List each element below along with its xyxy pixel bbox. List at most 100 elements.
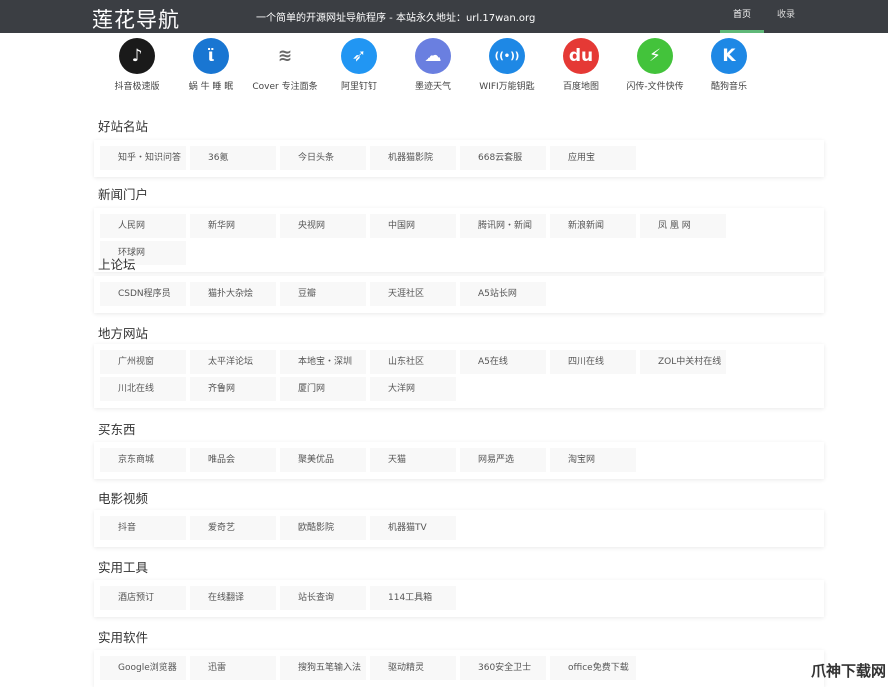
- site-link[interactable]: 唯品会: [190, 448, 276, 472]
- app-label: 墨迹天气: [414, 82, 451, 92]
- site-link[interactable]: 知乎・知识问答: [100, 146, 186, 170]
- app-shortcuts: ♪ 抖音极速版 ϊ 蜗 牛 睡 眠 ≋ Cover 专注面条 ➶ 阿里钉钉 ☁ 墨迹天气 ((•))…: [100, 38, 766, 92]
- site-link[interactable]: 央视网: [280, 214, 366, 238]
- site-logo[interactable]: 莲花导航: [92, 4, 180, 34]
- site-link[interactable]: 川北在线: [100, 377, 186, 401]
- section-links: CSDN程序员 猫扑大杂烩 豆瓣 天涯社区 A5站长网: [94, 276, 824, 313]
- site-link[interactable]: 山东社区: [370, 350, 456, 374]
- flash-transfer-icon: ⚡: [637, 38, 673, 74]
- app-label: 蜗 牛 睡 眠: [188, 82, 234, 92]
- site-link[interactable]: 欧酷影院: [280, 516, 366, 540]
- nav-home[interactable]: 首页: [720, 0, 764, 33]
- section-title: 新闻门户: [98, 187, 149, 202]
- site-link[interactable]: 新浪新闻: [550, 214, 636, 238]
- site-link[interactable]: ZOL中关村在线: [640, 350, 726, 374]
- site-link[interactable]: 猫扑大杂烩: [190, 282, 276, 306]
- app-label: 酷狗音乐: [710, 82, 747, 92]
- site-link[interactable]: 网易严选: [460, 448, 546, 472]
- site-link[interactable]: 本地宝・深圳: [280, 350, 366, 374]
- site-link[interactable]: 668云套服: [460, 146, 546, 170]
- app-shortcut[interactable]: ☁ 墨迹天气: [396, 38, 470, 92]
- site-link[interactable]: A5站长网: [460, 282, 546, 306]
- site-link[interactable]: 四川在线: [550, 350, 636, 374]
- site-link[interactable]: 今日头条: [280, 146, 366, 170]
- site-link[interactable]: 太平洋论坛: [190, 350, 276, 374]
- site-link[interactable]: 淘宝网: [550, 448, 636, 472]
- site-link[interactable]: 驱动精灵: [370, 656, 456, 680]
- section-links: 酒店预订 在线翻译 站长查询 114工具箱: [94, 580, 824, 617]
- section-title: 好站名站: [98, 119, 149, 134]
- section-links: Google浏览器 迅雷 搜狗五笔输入法 驱动精灵 360安全卫士 office免费下载: [94, 650, 824, 687]
- tiktok-icon: ♪: [119, 38, 155, 74]
- site-link[interactable]: 搜狗五笔输入法: [280, 656, 366, 680]
- app-label: WIFI万能钥匙: [479, 82, 535, 92]
- site-link[interactable]: 机器猫TV: [370, 516, 456, 540]
- site-link[interactable]: 京东商城: [100, 448, 186, 472]
- site-link[interactable]: 人民网: [100, 214, 186, 238]
- section-links: 人民网 新华网 央视网 中国网 腾讯网・新闻 新浪新闻凤 凰 网环球网: [94, 208, 824, 272]
- app-shortcut[interactable]: K 酷狗音乐: [692, 38, 766, 92]
- site-link[interactable]: 机器猫影院: [370, 146, 456, 170]
- wifi-key-icon: ((•)): [489, 38, 525, 74]
- section-links: 京东商城 唯品会 聚美优品 天猫 网易严选 淘宝网: [94, 442, 824, 479]
- app-shortcut[interactable]: ≋ Cover 专注面条: [248, 38, 322, 92]
- site-link[interactable]: 聚美优品: [280, 448, 366, 472]
- site-link[interactable]: 天涯社区: [370, 282, 456, 306]
- weather-icon: ☁: [415, 38, 451, 74]
- baidu-map-icon: du: [563, 38, 599, 74]
- section-title: 买东西: [98, 422, 136, 437]
- site-link[interactable]: 在线翻译: [190, 586, 276, 610]
- site-link[interactable]: 豆瓣: [280, 282, 366, 306]
- site-link[interactable]: 36氪: [190, 146, 276, 170]
- site-link[interactable]: office免费下载: [550, 656, 636, 680]
- app-shortcut[interactable]: ϊ 蜗 牛 睡 眠: [174, 38, 248, 92]
- app-label: 阿里钉钉: [340, 82, 377, 92]
- site-link[interactable]: CSDN程序员: [100, 282, 186, 306]
- app-shortcut[interactable]: ((•)) WIFI万能钥匙: [470, 38, 544, 92]
- site-link[interactable]: 中国网: [370, 214, 456, 238]
- site-link[interactable]: 站长查询: [280, 586, 366, 610]
- site-link[interactable]: 酒店预订: [100, 586, 186, 610]
- app-label: 闪传-文件快传: [626, 82, 684, 92]
- site-link[interactable]: 厦门网: [280, 377, 366, 401]
- app-label: 抖音极速版: [114, 82, 160, 92]
- section-links: 知乎・知识问答 36氪 今日头条 机器猫影院 668云套服 应用宝: [94, 140, 824, 177]
- kugou-icon: K: [711, 38, 747, 74]
- section-title: 电影视频: [98, 491, 149, 506]
- app-label: 百度地图: [562, 82, 599, 92]
- noodle-icon: ≋: [267, 38, 303, 74]
- site-link[interactable]: 抖音: [100, 516, 186, 540]
- section-title: 实用工具: [98, 560, 149, 575]
- dingtalk-icon: ➶: [341, 38, 377, 74]
- app-label: Cover 专注面条: [252, 82, 318, 92]
- section-title: 地方网站: [98, 326, 149, 341]
- site-link[interactable]: 迅雷: [190, 656, 276, 680]
- site-link[interactable]: 114工具箱: [370, 586, 456, 610]
- top-nav: 首页 收录: [720, 0, 808, 33]
- site-link[interactable]: 360安全卫士: [460, 656, 546, 680]
- site-link[interactable]: 广州视窗: [100, 350, 186, 374]
- site-link[interactable]: 爱奇艺: [190, 516, 276, 540]
- site-link[interactable]: 天猫: [370, 448, 456, 472]
- snail-sleep-icon: ϊ: [193, 38, 229, 74]
- section-title: 实用软件: [98, 630, 149, 645]
- site-link[interactable]: 应用宝: [550, 146, 636, 170]
- app-shortcut[interactable]: ⚡ 闪传-文件快传: [618, 38, 692, 92]
- app-shortcut[interactable]: du 百度地图: [544, 38, 618, 92]
- site-link[interactable]: Google浏览器: [100, 656, 186, 680]
- app-shortcut[interactable]: ➶ 阿里钉钉: [322, 38, 396, 92]
- site-link[interactable]: 大洋网: [370, 377, 456, 401]
- site-link[interactable]: 齐鲁网: [190, 377, 276, 401]
- site-link[interactable]: 腾讯网・新闻: [460, 214, 546, 238]
- site-link[interactable]: A5在线: [460, 350, 546, 374]
- watermark: 爪神下载网: [810, 662, 886, 680]
- section-title: 上论坛: [98, 257, 136, 272]
- site-link[interactable]: 凤 凰 网: [640, 214, 726, 238]
- site-link[interactable]: 新华网: [190, 214, 276, 238]
- section-links: 抖音 爱奇艺 欧酷影院 机器猫TV: [94, 510, 824, 547]
- site-slogan: 一个简单的开源网址导航程序 - 本站永久地址：url.17wan.org: [256, 13, 536, 24]
- nav-submit[interactable]: 收录: [764, 0, 808, 33]
- top-header: 莲花导航 一个简单的开源网址导航程序 - 本站永久地址：url.17wan.or…: [0, 0, 888, 33]
- section-links: 广州视窗 太平洋论坛 本地宝・深圳 山东社区 A5在线 四川在线 ZOL中关村在线川北在线齐…: [94, 344, 824, 408]
- app-shortcut[interactable]: ♪ 抖音极速版: [100, 38, 174, 92]
